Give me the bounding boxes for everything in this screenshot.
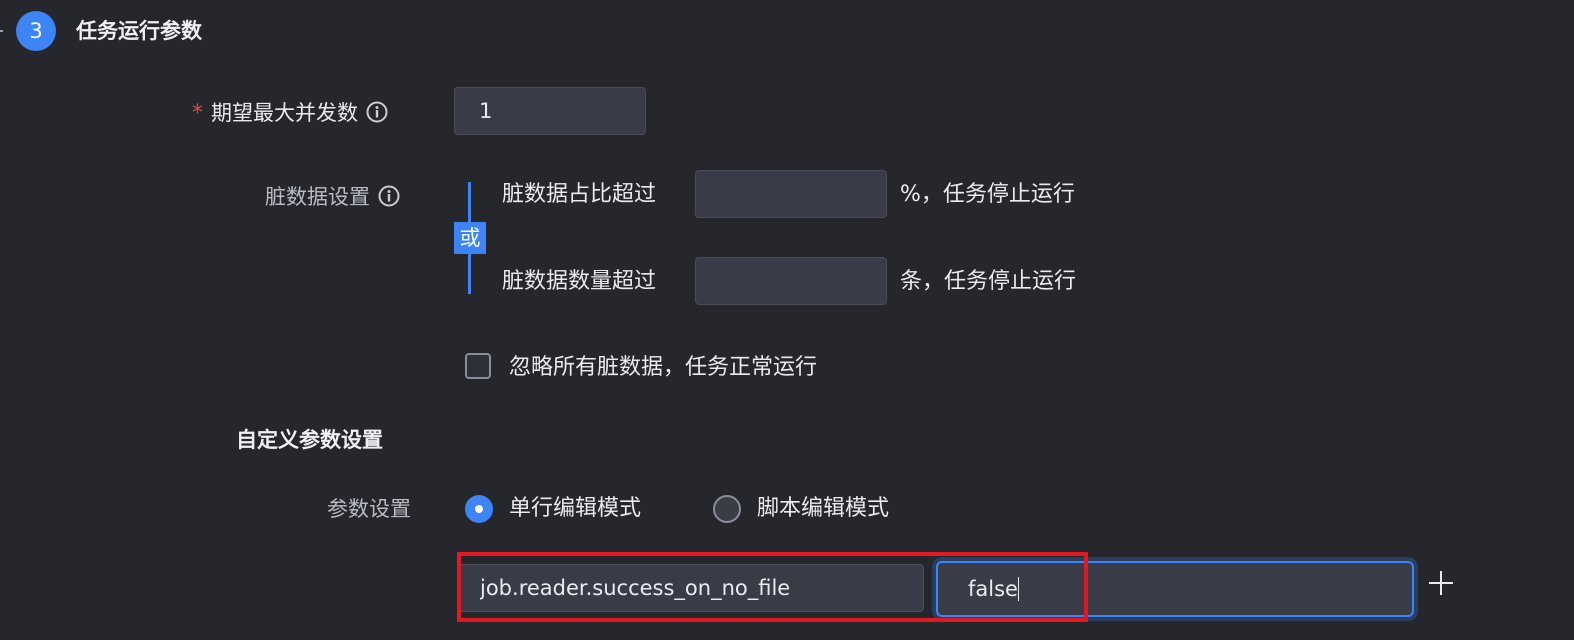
step-connector bbox=[0, 30, 3, 32]
info-icon[interactable] bbox=[378, 185, 400, 215]
concurrency-input[interactable] bbox=[454, 87, 646, 135]
concurrency-label: 期望最大并发数 bbox=[211, 101, 358, 125]
add-param-icon[interactable] bbox=[1428, 570, 1454, 596]
dirty-ratio-prefix: 脏数据占比超过 bbox=[502, 182, 657, 207]
script-mode-radio[interactable] bbox=[713, 495, 741, 523]
single-line-mode-label[interactable]: 单行编辑模式 bbox=[509, 494, 641, 524]
ignore-dirty-data-label[interactable]: 忽略所有脏数据，任务正常运行 bbox=[509, 353, 817, 383]
step-title: 任务运行参数 bbox=[76, 19, 202, 43]
dirty-ratio-input[interactable] bbox=[695, 170, 887, 218]
dirty-count-suffix: 条，任务停止运行 bbox=[900, 269, 1077, 294]
task-run-params-page: 3 任务运行参数 * 期望最大并发数 脏数据设置 或 脏数据占比超过 %，任务停止… bbox=[0, 0, 1574, 640]
dirty-count-input[interactable] bbox=[695, 257, 887, 305]
dirty-count-prefix: 脏数据数量超过 bbox=[502, 269, 657, 294]
dirty-data-label-group: 脏数据设置 bbox=[265, 182, 400, 215]
custom-params-title: 自定义参数设置 bbox=[236, 428, 383, 452]
script-mode-label[interactable]: 脚本编辑模式 bbox=[757, 494, 889, 524]
param-value-text: false bbox=[968, 577, 1018, 601]
single-line-mode-radio[interactable] bbox=[465, 495, 493, 523]
concurrency-label-group: * 期望最大并发数 bbox=[192, 98, 388, 131]
text-caret bbox=[1017, 577, 1019, 601]
ignore-dirty-data-checkbox[interactable] bbox=[465, 353, 491, 379]
dirty-data-label: 脏数据设置 bbox=[265, 185, 370, 209]
param-value-input[interactable]: false bbox=[936, 561, 1414, 617]
param-key-input[interactable] bbox=[457, 564, 924, 612]
step-number-badge: 3 bbox=[16, 11, 56, 51]
param-mode-label: 参数设置 bbox=[327, 497, 411, 521]
info-icon[interactable] bbox=[366, 101, 388, 131]
dirty-ratio-suffix: %，任务停止运行 bbox=[900, 182, 1075, 207]
required-mark: * bbox=[192, 101, 203, 126]
or-badge: 或 bbox=[454, 222, 486, 254]
